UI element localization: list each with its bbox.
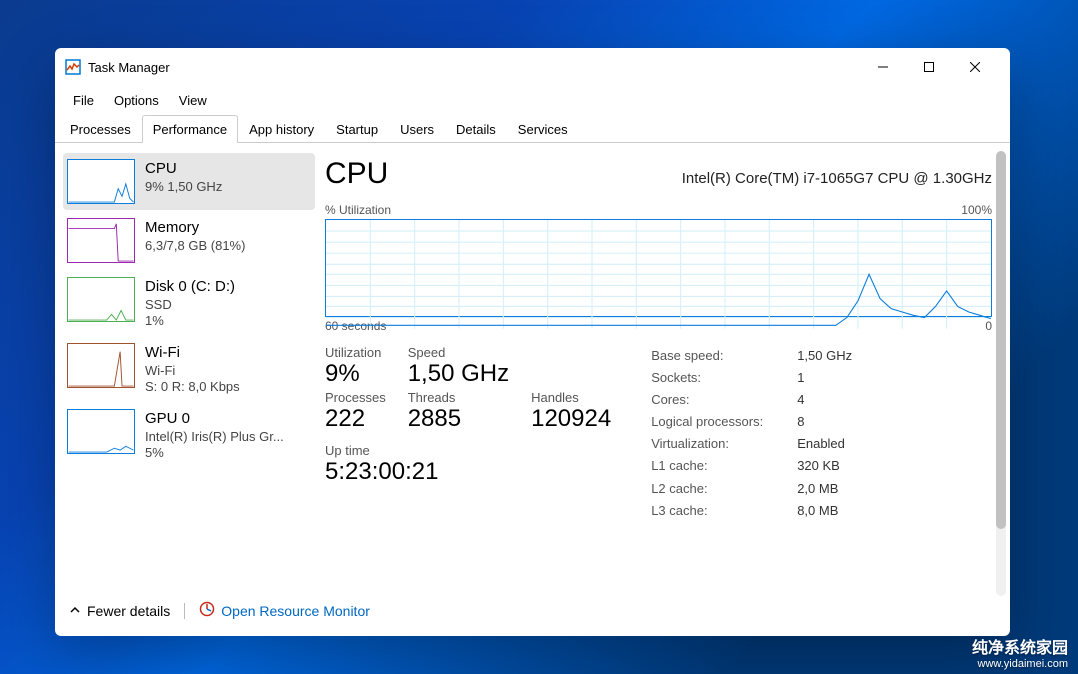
sidebar-item-disk[interactable]: Disk 0 (C: D:)SSD1% xyxy=(63,271,315,335)
cpu-thumb-icon xyxy=(67,159,135,204)
handles-value: 120924 xyxy=(531,405,611,433)
sidebar-item-label: Disk 0 (C: D:) xyxy=(145,277,235,297)
open-resource-monitor-link[interactable]: Open Resource Monitor xyxy=(199,601,370,620)
metrics: Utilization9% Speed1,50 GHz Processes222… xyxy=(325,345,992,522)
app-window: Task Manager File Options View Processes… xyxy=(55,48,1010,636)
disk-thumb-icon xyxy=(67,277,135,322)
sidebar-item-label: Memory xyxy=(145,218,245,238)
tab-performance[interactable]: Performance xyxy=(142,115,238,143)
content-area: CPU9% 1,50 GHz Memory6,3/7,8 GB (81%) Di… xyxy=(55,143,1010,636)
threads-value: 2885 xyxy=(408,405,509,433)
page-title: CPU xyxy=(325,157,388,191)
titlebar: Task Manager xyxy=(55,48,1010,86)
window-title: Task Manager xyxy=(88,60,860,75)
cpu-spec: Intel(R) Core(TM) i7-1065G7 CPU @ 1.30GH… xyxy=(682,170,992,187)
sidebar-item-gpu[interactable]: GPU 0Intel(R) Iris(R) Plus Gr...5% xyxy=(63,403,315,467)
divider xyxy=(184,603,185,619)
close-button[interactable] xyxy=(952,52,998,82)
wifi-thumb-icon xyxy=(67,343,135,388)
tab-details[interactable]: Details xyxy=(445,115,507,143)
tab-processes[interactable]: Processes xyxy=(59,115,142,143)
processes-value: 222 xyxy=(325,405,386,433)
tabs: Processes Performance App history Startu… xyxy=(55,114,1010,143)
menu-file[interactable]: File xyxy=(63,90,104,111)
memory-thumb-icon xyxy=(67,218,135,263)
scrollbar[interactable] xyxy=(996,151,1006,596)
app-icon xyxy=(65,59,81,75)
cpu-chart: % Utilization100% 60 seconds0 xyxy=(325,203,992,333)
chevron-up-icon xyxy=(69,603,81,619)
menu-view[interactable]: View xyxy=(169,90,217,111)
sidebar-item-label: GPU 0 xyxy=(145,409,284,429)
window-controls xyxy=(860,52,998,82)
speed-value: 1,50 GHz xyxy=(408,360,509,388)
sidebar-item-label: CPU xyxy=(145,159,222,179)
maximize-button[interactable] xyxy=(906,52,952,82)
tab-startup[interactable]: Startup xyxy=(325,115,389,143)
menubar: File Options View xyxy=(55,86,1010,114)
resource-monitor-icon xyxy=(199,601,215,620)
utilization-value: 9% xyxy=(325,360,386,388)
sidebar-item-cpu[interactable]: CPU9% 1,50 GHz xyxy=(63,153,315,210)
main-panel: CPU Intel(R) Core(TM) i7-1065G7 CPU @ 1.… xyxy=(315,143,1010,636)
fewer-details-button[interactable]: Fewer details xyxy=(69,603,170,619)
bottom-bar: Fewer details Open Resource Monitor xyxy=(55,591,1010,630)
tab-users[interactable]: Users xyxy=(389,115,445,143)
tab-services[interactable]: Services xyxy=(507,115,579,143)
sidebar-item-label: Wi-Fi xyxy=(145,343,240,363)
sidebar-item-wifi[interactable]: Wi-FiWi-FiS: 0 R: 8,0 Kbps xyxy=(63,337,315,401)
uptime-value: 5:23:00:21 xyxy=(325,458,611,486)
gpu-thumb-icon xyxy=(67,409,135,454)
menu-options[interactable]: Options xyxy=(104,90,169,111)
minimize-button[interactable] xyxy=(860,52,906,82)
sidebar: CPU9% 1,50 GHz Memory6,3/7,8 GB (81%) Di… xyxy=(55,143,315,636)
tab-app-history[interactable]: App history xyxy=(238,115,325,143)
watermark: 纯净系统家园 www.yidaimei.com xyxy=(972,634,1068,670)
sidebar-item-memory[interactable]: Memory6,3/7,8 GB (81%) xyxy=(63,212,315,269)
